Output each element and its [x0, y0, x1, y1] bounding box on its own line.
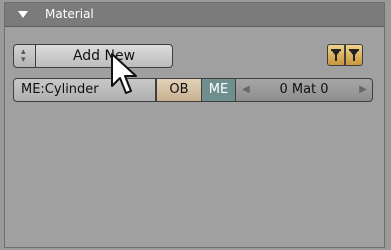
pin-button[interactable] — [327, 44, 345, 66]
increment-arrow-icon[interactable]: ▶ — [359, 79, 367, 101]
pin-button-2[interactable] — [345, 44, 363, 66]
add-new-button[interactable]: Add New — [35, 44, 173, 68]
panel-title: Material — [45, 7, 94, 21]
material-link-row: ME:Cylinder OB ME ◀ 0 Mat 0 ▶ — [13, 78, 373, 102]
pin-icon — [349, 49, 359, 61]
collapse-triangle-icon[interactable] — [18, 11, 28, 18]
up-down-arrows-icon: ▴ ▾ — [21, 47, 26, 65]
material-index-field[interactable]: ◀ 0 Mat 0 ▶ — [235, 78, 373, 102]
mouse-pointer-icon — [111, 53, 137, 94]
me-link-button[interactable]: ME — [201, 78, 236, 102]
material-count: 0 Mat 0 — [279, 82, 329, 97]
panel-header[interactable]: Material — [5, 3, 384, 27]
material-browse-button[interactable]: ▴ ▾ — [13, 44, 36, 68]
pin-icon — [331, 49, 341, 61]
ob-link-button[interactable]: OB — [156, 78, 202, 102]
material-panel: Material — [4, 2, 385, 248]
add-material-row: ▴ ▾ Add New — [13, 44, 173, 68]
